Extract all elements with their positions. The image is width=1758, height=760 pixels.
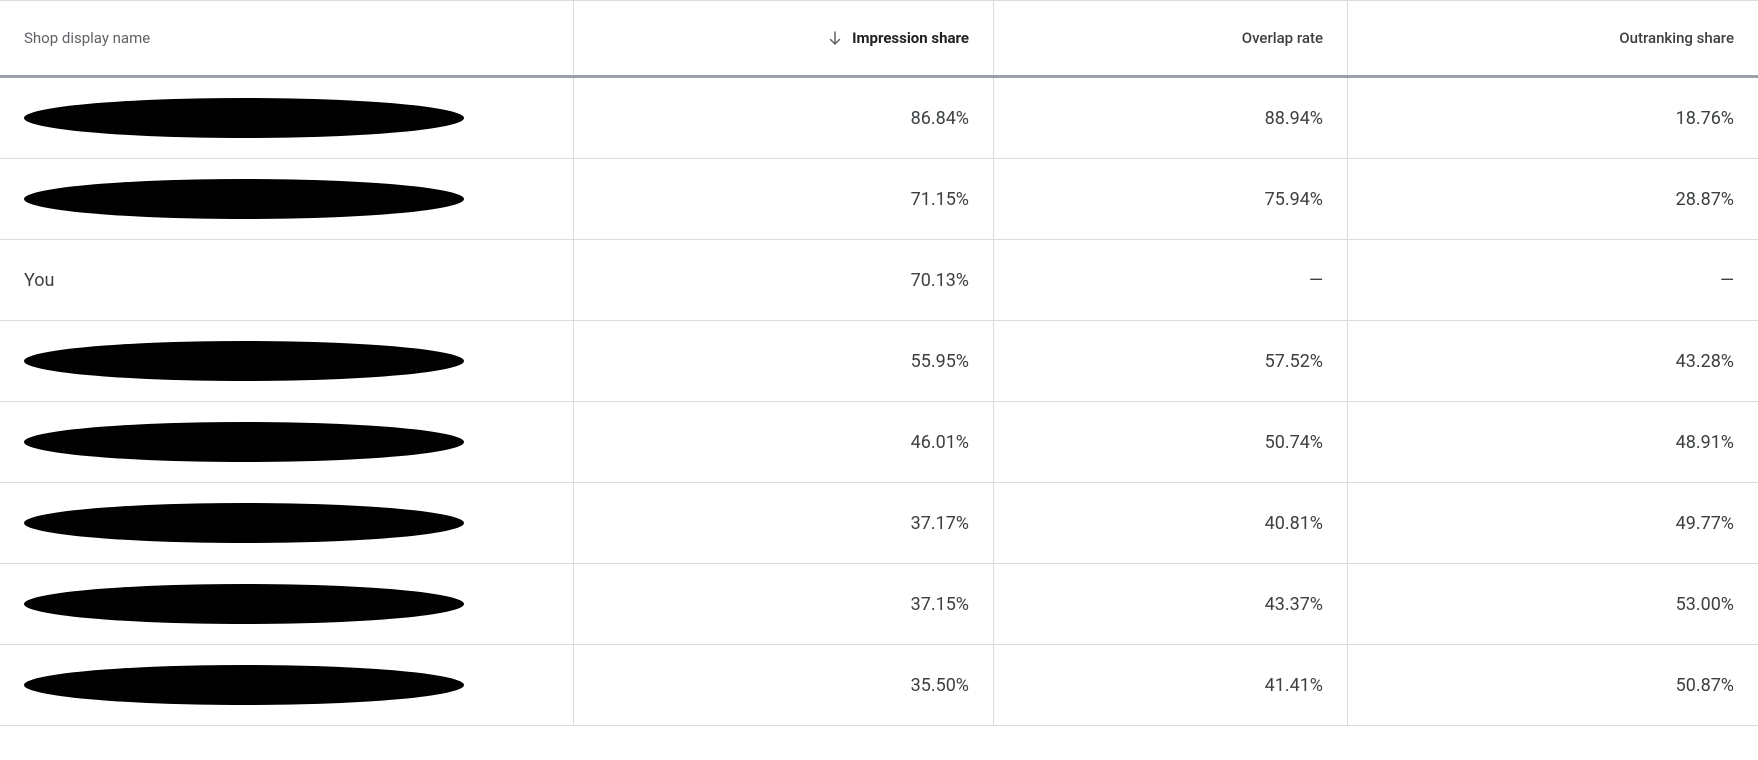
table-row: 37.15% 43.37% 53.00% xyxy=(0,564,1758,645)
overlap-rate-value: 88.94% xyxy=(1265,108,1323,129)
shop-name-text: You xyxy=(24,270,54,291)
cell-shop-name xyxy=(0,159,574,239)
redacted-shop-name xyxy=(24,422,464,462)
impression-share-value: 46.01% xyxy=(911,432,969,453)
cell-overlap-rate: — xyxy=(994,240,1348,320)
table-body: 86.84% 88.94% 18.76% 71.15% 75.94% 28.87% You 7… xyxy=(0,78,1758,726)
outranking-share-value: 49.77% xyxy=(1676,513,1734,534)
outranking-share-value: 18.76% xyxy=(1676,108,1734,129)
table-row: 35.50% 41.41% 50.87% xyxy=(0,645,1758,726)
overlap-rate-value: 43.37% xyxy=(1265,594,1323,615)
cell-overlap-rate: 75.94% xyxy=(994,159,1348,239)
column-header-shop-name[interactable]: Shop display name xyxy=(0,1,574,75)
cell-outranking-share: 53.00% xyxy=(1348,564,1758,644)
cell-shop-name xyxy=(0,483,574,563)
cell-outranking-share: — xyxy=(1348,240,1758,320)
cell-shop-name xyxy=(0,645,574,725)
overlap-rate-value: 57.52% xyxy=(1265,351,1323,372)
redacted-shop-name xyxy=(24,341,464,381)
table-row: 46.01% 50.74% 48.91% xyxy=(0,402,1758,483)
cell-impression-share: 46.01% xyxy=(574,402,994,482)
redacted-shop-name xyxy=(24,584,464,624)
cell-outranking-share: 49.77% xyxy=(1348,483,1758,563)
column-header-outranking-share[interactable]: Outranking share xyxy=(1348,1,1758,75)
impression-share-value: 71.15% xyxy=(911,189,969,210)
cell-shop-name xyxy=(0,402,574,482)
cell-shop-name: You xyxy=(0,240,574,320)
impression-share-value: 35.50% xyxy=(911,675,969,696)
outranking-share-value: 43.28% xyxy=(1676,351,1734,372)
cell-impression-share: 86.84% xyxy=(574,78,994,158)
column-header-overlap-rate[interactable]: Overlap rate xyxy=(994,1,1348,75)
cell-impression-share: 71.15% xyxy=(574,159,994,239)
table-row: 55.95% 57.52% 43.28% xyxy=(0,321,1758,402)
cell-overlap-rate: 43.37% xyxy=(994,564,1348,644)
impression-share-value: 55.95% xyxy=(911,351,969,372)
cell-overlap-rate: 41.41% xyxy=(994,645,1348,725)
table-row: 71.15% 75.94% 28.87% xyxy=(0,159,1758,240)
redacted-shop-name xyxy=(24,179,464,219)
overlap-rate-value: 75.94% xyxy=(1265,189,1323,210)
column-header-label: Impression share xyxy=(852,29,969,47)
cell-shop-name xyxy=(0,78,574,158)
overlap-rate-value: — xyxy=(1309,270,1323,291)
cell-overlap-rate: 88.94% xyxy=(994,78,1348,158)
cell-outranking-share: 48.91% xyxy=(1348,402,1758,482)
table-row: 86.84% 88.94% 18.76% xyxy=(0,78,1758,159)
cell-impression-share: 37.17% xyxy=(574,483,994,563)
cell-overlap-rate: 50.74% xyxy=(994,402,1348,482)
impression-share-value: 37.17% xyxy=(911,513,969,534)
redacted-shop-name xyxy=(24,665,464,705)
outranking-share-value: 53.00% xyxy=(1676,594,1734,615)
auction-insights-table: Shop display name Impression share Overl… xyxy=(0,0,1758,726)
redacted-shop-name xyxy=(24,98,464,138)
outranking-share-value: 50.87% xyxy=(1676,675,1734,696)
table-row: You 70.13% — — xyxy=(0,240,1758,321)
cell-shop-name xyxy=(0,564,574,644)
cell-overlap-rate: 57.52% xyxy=(994,321,1348,401)
impression-share-value: 70.13% xyxy=(911,270,969,291)
cell-outranking-share: 50.87% xyxy=(1348,645,1758,725)
overlap-rate-value: 41.41% xyxy=(1265,675,1323,696)
column-header-label: Outranking share xyxy=(1619,29,1734,47)
cell-outranking-share: 43.28% xyxy=(1348,321,1758,401)
column-header-label: Overlap rate xyxy=(1242,29,1323,47)
impression-share-value: 86.84% xyxy=(911,108,969,129)
outranking-share-value: 28.87% xyxy=(1676,189,1734,210)
column-header-impression-share[interactable]: Impression share xyxy=(574,1,994,75)
cell-impression-share: 55.95% xyxy=(574,321,994,401)
cell-impression-share: 37.15% xyxy=(574,564,994,644)
column-header-label: Shop display name xyxy=(24,29,150,47)
cell-outranking-share: 28.87% xyxy=(1348,159,1758,239)
outranking-share-value: — xyxy=(1720,270,1734,291)
cell-overlap-rate: 40.81% xyxy=(994,483,1348,563)
impression-share-value: 37.15% xyxy=(911,594,969,615)
overlap-rate-value: 50.74% xyxy=(1265,432,1323,453)
table-header-row: Shop display name Impression share Overl… xyxy=(0,0,1758,78)
cell-outranking-share: 18.76% xyxy=(1348,78,1758,158)
sort-descending-icon xyxy=(826,29,844,47)
outranking-share-value: 48.91% xyxy=(1676,432,1734,453)
cell-impression-share: 70.13% xyxy=(574,240,994,320)
table-row: 37.17% 40.81% 49.77% xyxy=(0,483,1758,564)
cell-impression-share: 35.50% xyxy=(574,645,994,725)
overlap-rate-value: 40.81% xyxy=(1265,513,1323,534)
cell-shop-name xyxy=(0,321,574,401)
redacted-shop-name xyxy=(24,503,464,543)
